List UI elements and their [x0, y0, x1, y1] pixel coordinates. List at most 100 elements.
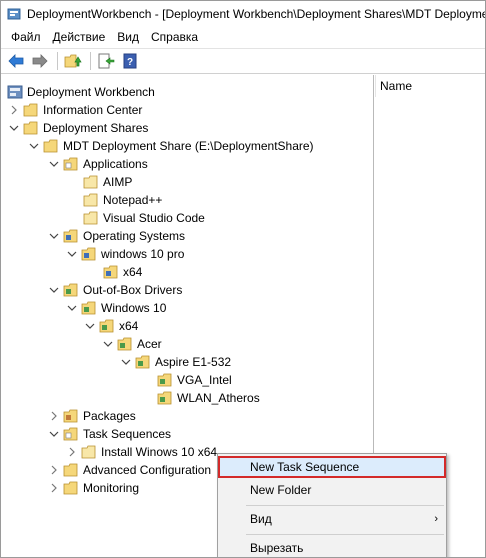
menu-item-cut[interactable]: Вырезать: [218, 537, 446, 557]
menu-item-view-label: Вид: [250, 512, 272, 526]
folder-icon: [83, 193, 98, 207]
tree-label: Aspire E1-532: [155, 355, 232, 369]
chevron-right-icon[interactable]: [49, 465, 59, 475]
tree-item-monitoring[interactable]: Monitoring: [49, 479, 139, 497]
chevron-down-icon[interactable]: [9, 123, 19, 133]
back-icon: [8, 54, 24, 68]
toolbar: ?: [1, 48, 485, 74]
tree-label: VGA_Intel: [177, 373, 232, 387]
menu-view[interactable]: Вид: [111, 27, 145, 47]
tree-item-mdt-share[interactable]: MDT Deployment Share (E:\DeploymentShare…: [29, 137, 314, 155]
tree-item-drv-win10[interactable]: Windows 10: [67, 299, 166, 317]
tree-item-acer[interactable]: Acer: [103, 335, 162, 353]
tree-item-aimp[interactable]: AIMP: [83, 173, 132, 191]
tree-label: Deployment Workbench: [27, 85, 155, 99]
tree-item-applications[interactable]: Applications: [49, 155, 148, 173]
menu-item-new-task-sequence[interactable]: New Task Sequence: [218, 456, 446, 478]
tree-item-advanced-config[interactable]: Advanced Configuration: [49, 461, 211, 479]
chevron-down-icon[interactable]: [49, 429, 59, 439]
help-button[interactable]: ?: [119, 50, 141, 72]
tree-label: Windows 10: [101, 301, 167, 315]
tree-item-root[interactable]: Deployment Workbench: [7, 83, 155, 101]
tree-label: Monitoring: [83, 481, 140, 495]
tree-label: Advanced Configuration: [83, 463, 212, 477]
column-header-name[interactable]: Name: [375, 75, 485, 97]
folder-icon: [43, 139, 58, 153]
chevron-right-icon[interactable]: [9, 105, 19, 115]
tree-item-information-center[interactable]: Information Center: [9, 101, 142, 119]
chevron-down-icon[interactable]: [121, 357, 131, 367]
tree-label: Packages: [83, 409, 136, 423]
chevron-down-icon[interactable]: [49, 231, 59, 241]
tree-label: Install Winows 10 x64: [101, 445, 218, 459]
export-button[interactable]: [95, 50, 117, 72]
forward-icon: [32, 54, 48, 68]
workbench-icon: [7, 85, 23, 99]
folder-icon: [135, 355, 150, 369]
tree-item-deployment-shares[interactable]: Deployment Shares: [9, 119, 148, 137]
folder-icon: [23, 103, 38, 117]
menu-item-view[interactable]: Вид ›: [218, 508, 446, 530]
folder-icon: [23, 121, 38, 135]
folder-icon: [99, 319, 114, 333]
folder-icon: [63, 463, 78, 477]
folder-icon: [103, 265, 118, 279]
menu-file[interactable]: Файл: [5, 27, 47, 47]
chevron-right-icon[interactable]: [49, 411, 59, 421]
help-icon: ?: [123, 53, 137, 69]
tree-item-task-sequences[interactable]: Task Sequences: [49, 425, 171, 443]
tree-item-operating-systems[interactable]: Operating Systems: [49, 227, 185, 245]
chevron-right-icon[interactable]: [67, 447, 77, 457]
chevron-down-icon[interactable]: [49, 159, 59, 169]
menu-action[interactable]: Действие: [47, 27, 112, 47]
tree-item-os-x64[interactable]: x64: [103, 263, 142, 281]
applications-folder-icon: [63, 157, 78, 171]
tree-item-drivers[interactable]: Out-of-Box Drivers: [49, 281, 182, 299]
packages-folder-icon: [63, 409, 78, 423]
drivers-folder-icon: [63, 283, 78, 297]
folder-icon: [81, 301, 96, 315]
os-folder-icon: [63, 229, 78, 243]
tree-label: Notepad++: [103, 193, 163, 207]
menu-bar: Файл Действие Вид Справка: [1, 27, 485, 47]
tree-item-wlan[interactable]: WLAN_Atheros: [157, 389, 260, 407]
task-sequences-folder-icon: [63, 427, 78, 441]
tree-item-notepadpp[interactable]: Notepad++: [83, 191, 162, 209]
menu-separator: [246, 534, 444, 535]
folder-icon: [81, 247, 96, 261]
tree-label: Operating Systems: [83, 229, 186, 243]
chevron-down-icon[interactable]: [103, 339, 113, 349]
chevron-down-icon[interactable]: [67, 303, 77, 313]
window-title: DeploymentWorkbench - [Deployment Workbe…: [26, 7, 486, 21]
context-menu: New Task Sequence New Folder Вид › Вырез…: [217, 453, 447, 557]
chevron-down-icon[interactable]: [29, 141, 39, 151]
tree-label: Acer: [137, 337, 162, 351]
tree-label: Deployment Shares: [43, 121, 149, 135]
tree-item-install-win10[interactable]: Install Winows 10 x64: [67, 443, 217, 461]
tree-item-vscode[interactable]: Visual Studio Code: [83, 209, 205, 227]
tree-label: Applications: [83, 157, 148, 171]
menu-help[interactable]: Справка: [145, 27, 204, 47]
tree-label: x64: [119, 319, 139, 333]
back-button[interactable]: [5, 50, 27, 72]
title-bar[interactable]: DeploymentWorkbench - [Deployment Workbe…: [1, 1, 486, 27]
forward-button[interactable]: [29, 50, 51, 72]
tree-item-win10pro[interactable]: windows 10 pro: [67, 245, 184, 263]
chevron-right-icon[interactable]: [49, 483, 59, 493]
export-icon: [98, 53, 115, 69]
up-folder-icon: [64, 54, 82, 68]
chevron-down-icon[interactable]: [67, 249, 77, 259]
chevron-down-icon[interactable]: [85, 321, 95, 331]
tree-item-packages[interactable]: Packages: [49, 407, 136, 425]
up-folder-button[interactable]: [62, 50, 84, 72]
menu-item-new-folder[interactable]: New Folder: [218, 479, 446, 501]
tree-item-aspire[interactable]: Aspire E1-532: [121, 353, 231, 371]
folder-icon: [63, 481, 78, 495]
svg-text:?: ?: [127, 57, 133, 68]
tree-label: AIMP: [103, 175, 133, 189]
tree-item-drv-x64[interactable]: x64: [85, 317, 138, 335]
tree-label: Task Sequences: [83, 427, 172, 441]
chevron-down-icon[interactable]: [49, 285, 59, 295]
tree-label: Visual Studio Code: [103, 211, 205, 225]
tree-item-vga[interactable]: VGA_Intel: [157, 371, 232, 389]
